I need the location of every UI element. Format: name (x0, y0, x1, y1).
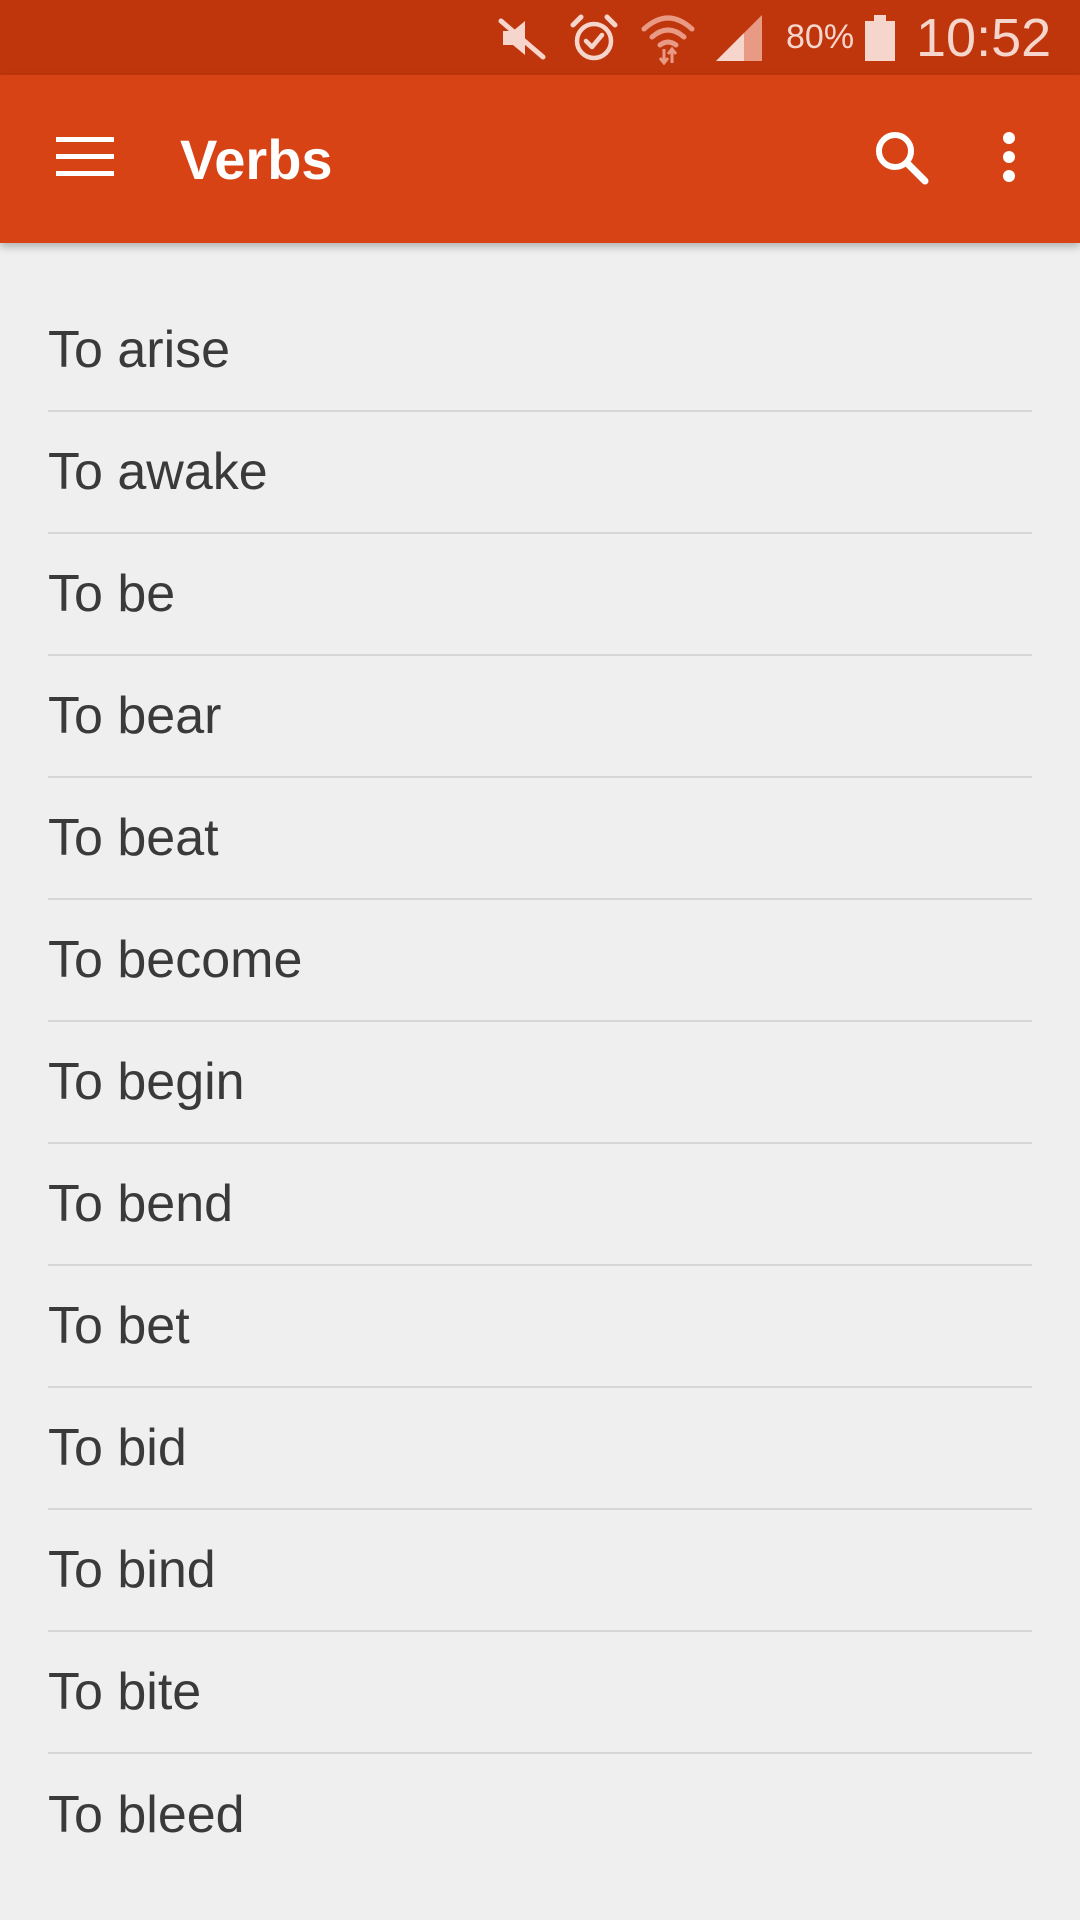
status-bar: 80% 10:52 (0, 0, 1080, 75)
list-item[interactable]: To bet (48, 1266, 1032, 1388)
list-item[interactable]: To bid (48, 1388, 1032, 1510)
verb-list: To arise To awake To be To bear To beat … (48, 290, 1032, 1876)
status-clock: 10:52 (916, 7, 1052, 68)
list-item[interactable]: To bleed (48, 1754, 1032, 1876)
search-icon (873, 129, 929, 190)
list-item[interactable]: To awake (48, 412, 1032, 534)
battery-percent: 80% (786, 18, 855, 56)
page-title: Verbs (180, 127, 333, 191)
list-item[interactable]: To beat (48, 778, 1032, 900)
list-item[interactable]: To become (48, 900, 1032, 1022)
app-bar: Verbs (0, 75, 1080, 243)
alarm-icon (566, 0, 622, 75)
list-item[interactable]: To bear (48, 656, 1032, 778)
signal-icon (712, 0, 768, 75)
battery-icon (858, 0, 902, 75)
search-button[interactable] (856, 75, 946, 243)
menu-icon (56, 135, 114, 184)
list-item[interactable]: To bite (48, 1632, 1032, 1754)
list-item[interactable]: To begin (48, 1022, 1032, 1144)
menu-button[interactable] (40, 75, 130, 243)
list-item[interactable]: To be (48, 534, 1032, 656)
mute-icon (494, 0, 550, 75)
list-item[interactable]: To bind (48, 1510, 1032, 1632)
list-item[interactable]: To bend (48, 1144, 1032, 1266)
more-options-button[interactable] (964, 75, 1054, 243)
list-item[interactable]: To arise (48, 290, 1032, 412)
wifi-icon (638, 0, 698, 75)
more-vert-icon (1001, 131, 1017, 188)
